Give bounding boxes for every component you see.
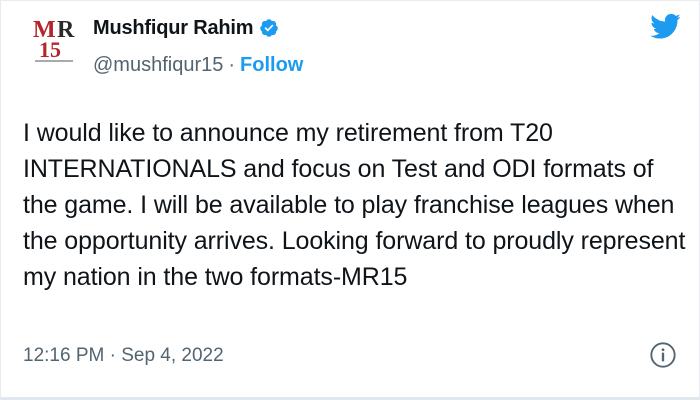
verified-badge-icon bbox=[259, 18, 279, 38]
separator-dot: · bbox=[228, 53, 236, 76]
author-name-row: Mushfiqur Rahim bbox=[93, 15, 303, 41]
author-handle-row: @mushfiqur15 · Follow bbox=[93, 51, 303, 79]
author-block: Mushfiqur Rahim @mushfiqur15 · Follow bbox=[93, 15, 303, 79]
avatar[interactable]: M R 15 bbox=[31, 13, 77, 65]
tweet-card: M R 15 Mushfiqur Rahim @mushfiqur15 · Fo… bbox=[0, 0, 700, 400]
tweet-timestamp[interactable]: 12:16 PM · Sep 4, 2022 bbox=[23, 345, 224, 367]
author-handle[interactable]: @mushfiqur15 bbox=[93, 54, 223, 77]
info-icon[interactable] bbox=[649, 341, 677, 369]
follow-button[interactable]: Follow bbox=[240, 54, 303, 77]
author-name[interactable]: Mushfiqur Rahim bbox=[93, 17, 254, 40]
twitter-bird-icon[interactable] bbox=[649, 13, 681, 41]
tweet-text: I would like to announce my retirement f… bbox=[23, 119, 686, 291]
svg-text:15: 15 bbox=[39, 37, 61, 62]
